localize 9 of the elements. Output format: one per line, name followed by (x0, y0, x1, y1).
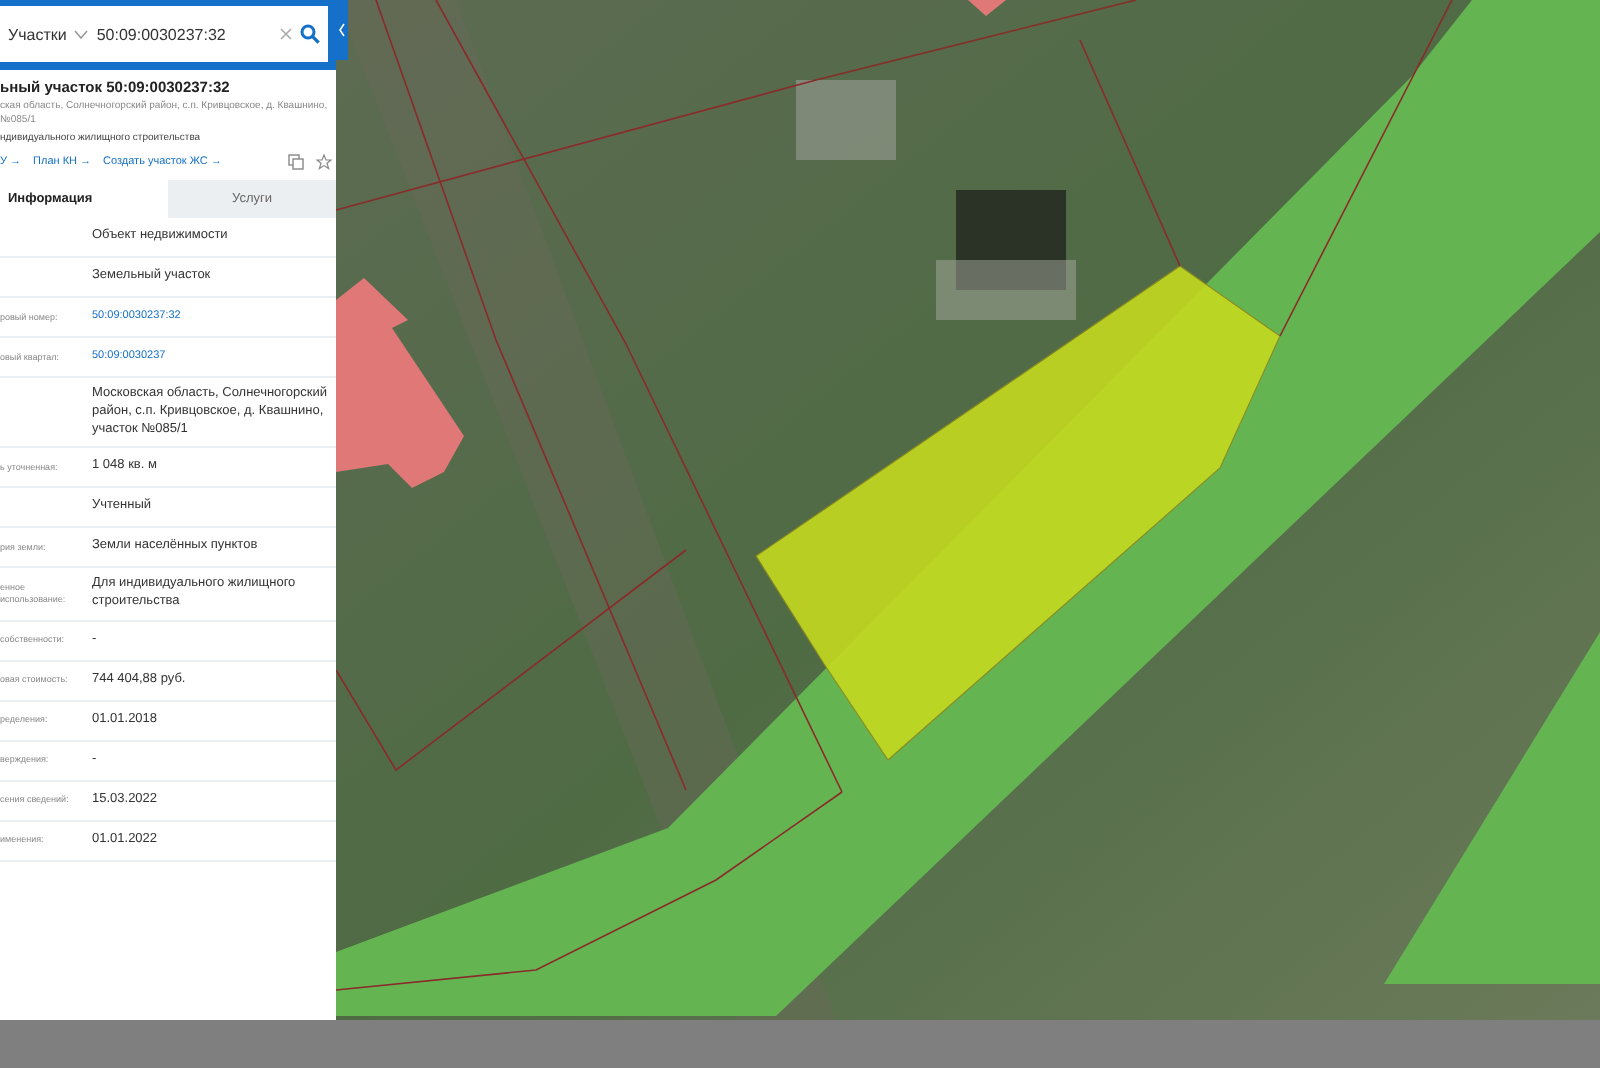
category-select[interactable]: Участки (8, 25, 67, 43)
satellite-map[interactable] (336, 0, 1600, 1020)
chevron-down-icon[interactable] (74, 29, 89, 39)
clear-icon[interactable] (280, 28, 292, 40)
search-icon[interactable] (300, 24, 320, 44)
copy-icon[interactable] (288, 154, 304, 170)
star-icon[interactable] (316, 154, 332, 170)
collapse-tab[interactable] (336, 0, 348, 60)
search-field[interactable]: 50:09:0030237:32 (96, 25, 272, 43)
